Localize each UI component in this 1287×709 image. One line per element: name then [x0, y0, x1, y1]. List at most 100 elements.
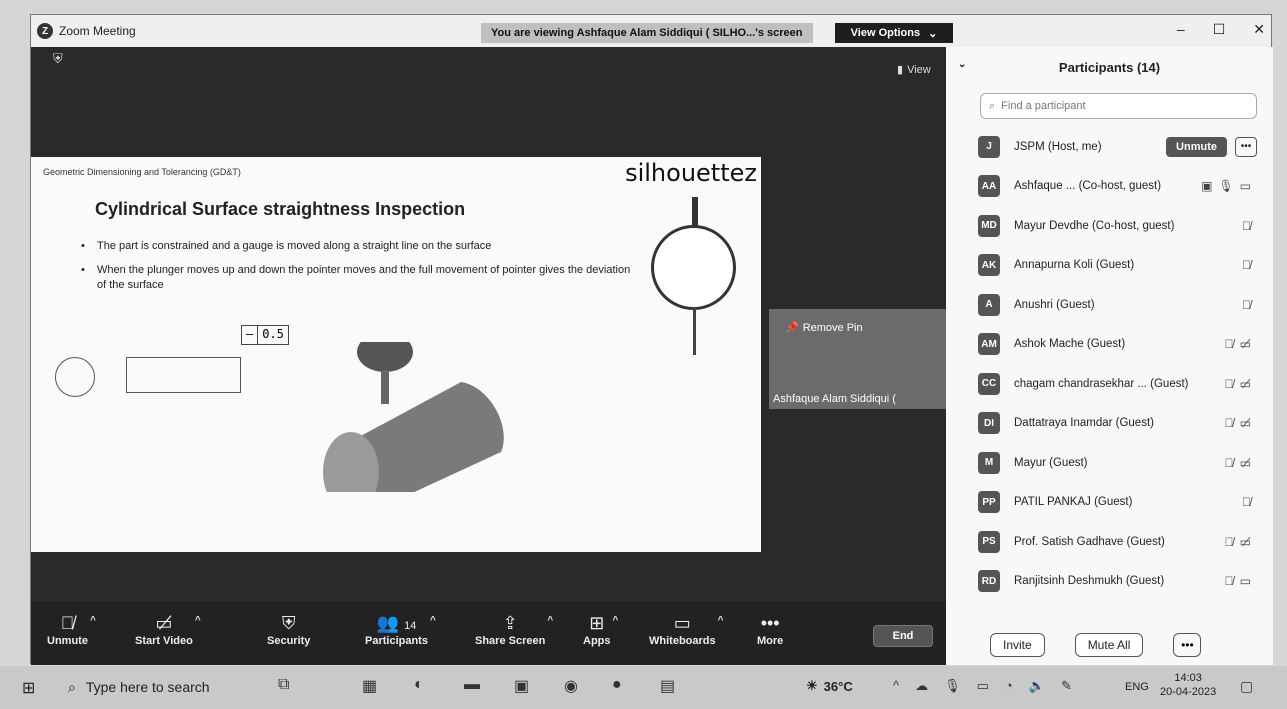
shield-icon[interactable]: ⛨ [53, 51, 67, 67]
participant-row[interactable]: M Mayur (Guest) 🎙̸ ▭̸ [978, 443, 1273, 483]
store-icon[interactable]: ▣ [514, 676, 529, 696]
caret-up-icon[interactable]: ^ [718, 615, 724, 626]
avatar: PS [978, 530, 1000, 553]
participant-name: Dattatraya Inamdar (Guest) [1014, 417, 1154, 430]
edge-icon[interactable]: ◐ [414, 676, 424, 694]
widgets-icon[interactable]: ▦ [362, 676, 377, 696]
participant-row[interactable]: J JSPM (Host, me) Unmute ••• [978, 127, 1273, 167]
participant-row[interactable]: MD Mayur Devdhe (Co-host, guest) 🎙̸ [978, 206, 1273, 246]
zoom-app-icon[interactable]: ● [612, 676, 622, 694]
search-icon: ⌕ [989, 99, 996, 112]
remove-pin-button[interactable]: 📌 Remove Pin [785, 321, 863, 335]
participants-header: ⌄ Participants (14) [946, 47, 1273, 87]
whiteboards-button[interactable]: ▭ Whiteboards ^ [649, 611, 723, 647]
taskbar-search-input[interactable]: ⌕ Type here to search [62, 672, 267, 702]
participant-row[interactable]: PS Prof. Satish Gadhave (Guest) 🎙̸ ▭̸ [978, 522, 1273, 562]
status-icons: 🎙̸ ▭̸ [1225, 456, 1251, 470]
mic-muted-icon: 🎙̸ [1242, 297, 1251, 312]
volume-icon[interactable]: 🔈 [1029, 678, 1045, 694]
invite-button[interactable]: Invite [990, 633, 1045, 657]
participant-row[interactable]: DI Dattatraya Inamdar (Guest) 🎙̸ ▭̸ [978, 404, 1273, 444]
mute-all-button[interactable]: Mute All [1074, 633, 1144, 657]
participants-button[interactable]: 👥 14 Participants ^ [365, 611, 436, 647]
gauge-head [357, 342, 413, 372]
maximize-button[interactable]: ☐ [1213, 21, 1226, 38]
apps-icon: ⊞ [589, 613, 605, 633]
chrome-icon[interactable]: ◉ [564, 676, 578, 696]
status-icons: 🎙̸ [1242, 219, 1251, 233]
video-tile[interactable]: 📌 Remove Pin Ashfaque Alam Siddiqui ( [769, 309, 951, 409]
gauge-stem [692, 197, 698, 227]
end-button[interactable]: End [873, 625, 933, 647]
pin-icon: 📌 [785, 322, 799, 334]
participant-list: J JSPM (Host, me) Unmute ••• AA Ashfaque… [978, 127, 1273, 601]
onedrive-icon[interactable]: ☁ [915, 678, 928, 694]
caret-up-icon[interactable]: ^ [430, 615, 436, 626]
participant-row[interactable]: CC chagam chandrasekhar ... (Guest) 🎙̸ ▭̸ [978, 364, 1273, 404]
view-button[interactable]: ▮ View [897, 63, 931, 77]
window-controls: – ☐ ✕ [1177, 21, 1265, 38]
file-explorer-icon[interactable]: ▬ [464, 676, 480, 694]
more-button[interactable]: ••• More [757, 611, 783, 647]
avatar: RD [978, 570, 1000, 593]
bullet-item: When the plunger moves up and down the p… [81, 263, 641, 292]
dial-gauge-icon [651, 225, 736, 310]
chevron-down-icon[interactable]: ⌄ [958, 59, 966, 70]
shield-icon: ⛨ [281, 613, 296, 633]
participant-row[interactable]: RD Ranjitsinh Deshmukh (Guest) 🎙̸ ▭ [978, 562, 1273, 602]
notepad-icon[interactable]: ▤ [660, 676, 675, 696]
caret-up-icon[interactable]: ^ [195, 615, 201, 626]
unmute-label: Unmute [47, 635, 88, 647]
participants-icon: 👥 14 [376, 613, 417, 633]
avatar: A [978, 293, 1000, 316]
video-off-icon: ▭̸ [1239, 455, 1251, 470]
slide-header: Geometric Dimensioning and Tolerancing (… [43, 167, 241, 177]
participant-row[interactable]: AA Ashfaque ... (Co-host, guest) ▣ 🎙 ▭ [978, 167, 1273, 207]
language-indicator[interactable]: ENG [1125, 681, 1149, 693]
view-options-button[interactable]: View Options ⌄ [835, 23, 953, 43]
status-icons: 🎙̸ ▭̸ [1225, 535, 1251, 549]
remove-pin-label: Remove Pin [802, 321, 863, 334]
apps-button[interactable]: ⊞ Apps ^ [583, 611, 618, 647]
start-video-button[interactable]: ▭̸ Start Video ^ [135, 611, 201, 647]
clock[interactable]: 14:03 20-04-2023 [1160, 671, 1216, 700]
participant-search-input[interactable]: ⌕ Find a participant [980, 93, 1257, 119]
participant-name: Annapurna Koli (Guest) [1014, 259, 1135, 272]
video-off-icon: ▭̸ [1239, 534, 1251, 549]
status-icons: 🎙̸ ▭̸ [1225, 337, 1251, 351]
share-screen-button[interactable]: ⇪ Share Screen ^ [475, 611, 553, 647]
wifi-icon[interactable]: ◔ [1005, 678, 1013, 694]
caret-up-icon[interactable]: ^ [613, 615, 619, 626]
caret-up-icon[interactable]: ^ [90, 615, 96, 626]
battery-icon[interactable]: ▭ [977, 678, 989, 694]
participant-row[interactable]: A Anushri (Guest) 🎙̸ [978, 285, 1273, 325]
more-icon[interactable]: ••• [1235, 136, 1257, 157]
weather-widget[interactable]: ☀ 36°C [806, 678, 853, 694]
windows-start-icon[interactable]: ⊞ [22, 678, 35, 698]
more-icon[interactable]: ••• [1173, 633, 1202, 657]
security-button[interactable]: ⛨ Security [267, 611, 310, 647]
tolerance-frame: — 0.5 [241, 325, 289, 345]
participant-row[interactable]: AK Annapurna Koli (Guest) 🎙̸ [978, 246, 1273, 286]
close-button[interactable]: ✕ [1253, 21, 1265, 38]
unmute-button[interactable]: 🎙̸ Unmute ^ [47, 611, 96, 647]
status-icons: 🎙̸ ▭ [1225, 574, 1251, 588]
pen-icon[interactable]: ✎ [1061, 678, 1072, 694]
participant-name: chagam chandrasekhar ... (Guest) [1014, 377, 1189, 390]
caret-up-icon[interactable]: ^ [547, 615, 553, 626]
task-view-icon[interactable]: ⧉ [278, 676, 289, 694]
chevron-down-icon: ⌄ [928, 27, 938, 40]
participant-row[interactable]: AM Ashok Mache (Guest) 🎙̸ ▭̸ [978, 325, 1273, 365]
participant-row[interactable]: PP PATIL PANKAJ (Guest) 🎙̸ [978, 483, 1273, 523]
notification-icon[interactable]: ▢ [1240, 678, 1253, 695]
avatar: PP [978, 491, 1000, 514]
taskbar-search-placeholder: Type here to search [85, 679, 210, 695]
mic-icon[interactable]: 🎙 [944, 678, 961, 694]
unmute-button[interactable]: Unmute [1166, 136, 1227, 157]
more-icon: ••• [760, 613, 780, 633]
circle-shape [55, 357, 95, 397]
chevron-up-icon[interactable]: ^ [893, 678, 899, 694]
share-screen-icon: ⇪ [502, 613, 518, 633]
mic-muted-icon: 🎙̸ [1224, 574, 1234, 589]
minimize-button[interactable]: – [1177, 21, 1185, 38]
